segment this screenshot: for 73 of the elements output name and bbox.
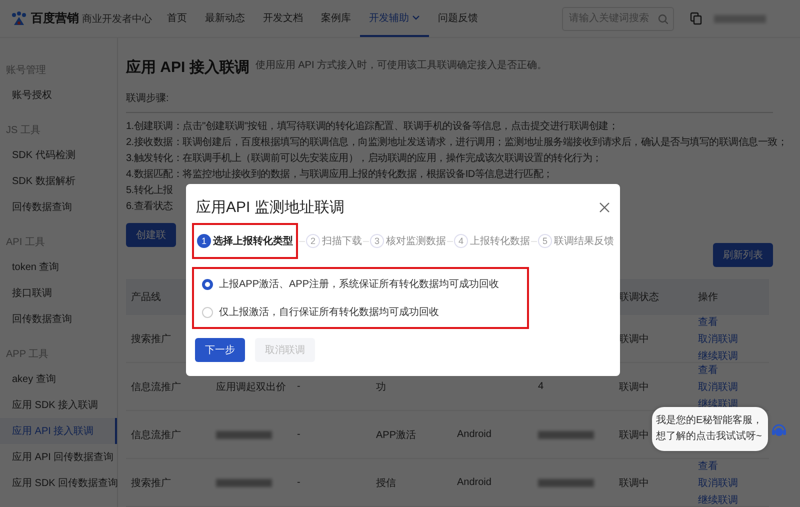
step-label: 选择上报转化类型 [213, 234, 293, 248]
nav-tab[interactable]: 问题反馈 [429, 0, 487, 37]
table-link[interactable]: 取消联调 [698, 476, 738, 490]
brand-subtitle: 商业开发者中心 [82, 12, 152, 26]
step-text: 6.查看状态 [126, 200, 173, 214]
nav-tab[interactable]: 最新动态 [196, 0, 254, 37]
table-cell-text: 信息流推广 [131, 380, 181, 394]
sidebar-item[interactable]: 回传数据查询 [0, 194, 117, 220]
step-text: 5.转化上报 [126, 184, 173, 198]
sidebar-item[interactable]: 应用 API 接入联调 [0, 418, 117, 444]
page-title: 应用 API 接入联调 [126, 58, 250, 77]
table-link[interactable]: 取消联调 [698, 380, 738, 394]
create-button[interactable]: 创建联 [126, 223, 176, 247]
table-cell-text: 信息流推广 [131, 428, 181, 442]
table-cell: Android [457, 477, 492, 488]
nav-tab[interactable]: 案例库 [312, 0, 360, 37]
table-cell-text: 联调中 [619, 476, 649, 490]
step-number: 4 [454, 234, 468, 248]
table-cell: 4 [538, 381, 544, 392]
sidebar-item[interactable]: SDK 代码检测 [0, 142, 117, 168]
option-label[interactable]: 仅上报激活，自行保证所有转化数据均可成功回收 [219, 305, 439, 319]
table-cell: - [297, 477, 300, 488]
sidebar-item[interactable]: 应用 SDK 接入联调 [0, 392, 117, 418]
table-cell: Android [457, 429, 492, 440]
nav-tab[interactable]: 首页 [158, 0, 196, 37]
table-link[interactable]: 取消联调 [698, 332, 738, 346]
step-text: 3.触发转化：在联调手机上（联调前可以先安装应用），启动联调的应用，操作完成该次联调设置的转化行为； [126, 152, 602, 166]
table-cell-text: 授信 [376, 476, 396, 490]
brand-logo: 百度营销 [31, 10, 79, 27]
table-cell-text: 搜索推广 [131, 332, 171, 346]
step-label: 扫描下载 [322, 234, 362, 248]
sidebar-item[interactable]: 回传数据查询 [0, 306, 117, 332]
table-header-cell: 操作 [693, 279, 769, 315]
table-link[interactable]: 查看 [698, 362, 718, 376]
sidebar-item[interactable]: 应用 SDK 回传数据查询 [0, 470, 117, 496]
sidebar-item[interactable]: 账号授权 [0, 82, 117, 108]
steps-heading: 联调步骤: [126, 91, 773, 113]
page-subtitle: 使用应用 API 方式接入时，可使用该工具联调确定接入是否正确。 [255, 58, 548, 72]
sidebar-item[interactable]: 接口联调 [0, 280, 117, 306]
nav-tab[interactable]: 开发文档 [254, 0, 312, 37]
step-number: 1 [197, 234, 211, 248]
nav-tab[interactable]: 开发辅助 [360, 0, 429, 37]
refresh-button[interactable]: 刷新列表 [713, 243, 773, 267]
step-text: 2.接收数据：联调创建后，百度根据填写的联调信息，向监测地址发送请求，进行调用；监测地址服务端接收到请求后，确认是否与填写的联调信息一致； [126, 136, 788, 150]
table-link[interactable]: 继续联调 [698, 492, 738, 506]
table-cell-text: 功 [376, 380, 386, 394]
sidebar-item[interactable]: 应用 API 回传数据查询 [0, 444, 117, 470]
table-link[interactable]: 查看 [698, 458, 718, 472]
table-cell-text: 应用调起双出价 [216, 380, 286, 394]
table-cell-text: 搜索推广 [131, 476, 171, 490]
table-cell-text: 联调中 [619, 428, 649, 442]
step-text: 4.数据匹配：将监控地址接收到的数据，与联调应用上报的转化数据，根据设备ID等信息进行匹配； [126, 168, 553, 182]
next-button[interactable]: 下一步 [195, 338, 245, 362]
table-cell-text: APP激活 [376, 428, 416, 442]
step-text: 1.创建联调：点击"创建联调"按钮，填写待联调的转化追踪配置、联调手机的设备等信息，点击提交进行联调创建； [126, 120, 618, 134]
table-cell-text: 联调中 [619, 332, 649, 346]
sidebar-item[interactable]: token 查询 [0, 254, 117, 280]
step-label: 联调结果反馈 [554, 234, 614, 248]
table-link[interactable]: 查看 [698, 314, 718, 328]
step-number: 3 [370, 234, 384, 248]
table-link[interactable]: 继续联调 [698, 348, 738, 362]
step-number: 2 [306, 234, 320, 248]
sidebar-item[interactable]: akey 查询 [0, 366, 117, 392]
dialog-title: 应用API 监测地址联调 [196, 198, 344, 217]
step-label: 上报转化数据 [470, 234, 530, 248]
sidebar-item[interactable]: SDK 数据解析 [0, 168, 117, 194]
step-label: 核对监测数据 [386, 234, 446, 248]
table-cell-text: 联调中 [619, 380, 649, 394]
chat-message: 我是您的E秘智能客服，想了解的点击我试试呀~ [652, 407, 768, 451]
table-cell: - [297, 429, 300, 440]
step-number: 5 [538, 234, 552, 248]
table-cell: - [297, 381, 300, 392]
option-label[interactable]: 上报APP激活、APP注册，系统保证所有转化数据均可成功回收 [219, 277, 500, 291]
